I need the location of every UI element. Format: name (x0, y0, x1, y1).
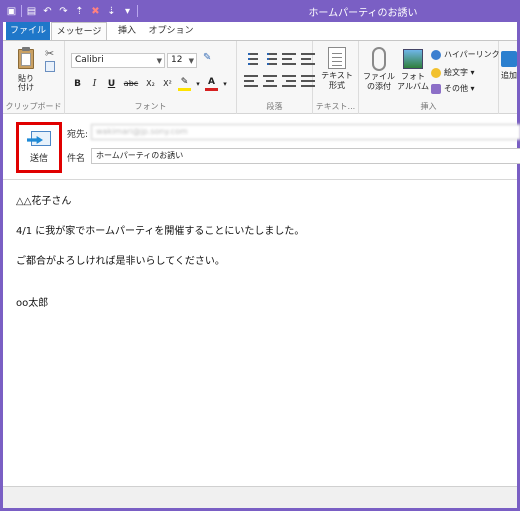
send-icon (27, 131, 51, 149)
bold-button[interactable]: B (71, 77, 84, 91)
add-contact-icon (501, 51, 517, 67)
app-icon[interactable]: ▣ (5, 4, 18, 18)
photo-album-button[interactable]: フォト アルバム (396, 47, 430, 92)
align-left-icon[interactable] (244, 75, 258, 87)
redo-icon[interactable]: ↷ (57, 4, 70, 18)
title-bar: ▣ ▤ ↶ ↷ ⇡ ✖ ⇣ ▾ ホームパーティのお誘い (3, 0, 517, 22)
align-right-icon[interactable] (282, 75, 296, 87)
body-line-greeting: △△花子さん (16, 196, 72, 207)
tab-insert[interactable]: 挿入 (108, 22, 146, 40)
qat-separator (21, 5, 22, 17)
to-field[interactable]: wakimari@jp.sony.com (91, 124, 520, 140)
more-icon[interactable]: ▾ (121, 4, 134, 18)
cut-icon[interactable]: ✂ (45, 47, 54, 60)
subject-field[interactable]: ホームパーティのお誘い (91, 148, 520, 164)
body-line-invitation: ご都合がよろしければ是非いらしてください。 (16, 256, 225, 267)
subject-label: 件名 (67, 154, 86, 164)
italic-button[interactable]: I (88, 77, 101, 91)
chevron-down-icon[interactable]: ▾ (195, 77, 201, 91)
add-label: 追加 (501, 71, 517, 80)
clipboard-group-label: クリップボード (5, 102, 62, 111)
undo-icon[interactable]: ↶ (41, 4, 54, 18)
ribbon-tabs: ファイル メッセージ 挿入 オプション (3, 22, 517, 40)
clipboard-group: 貼り 付け ✂ クリップボード (3, 41, 65, 114)
other-icon (431, 83, 441, 94)
globe-link-icon (431, 49, 441, 60)
attach-label-2: の添付 (367, 82, 391, 91)
list-row (244, 53, 315, 65)
text-format-button[interactable]: テキスト 形式 (319, 47, 355, 91)
number-list-icon[interactable] (263, 53, 277, 65)
align-center-icon[interactable] (263, 75, 277, 87)
text-format-icon (328, 47, 346, 69)
attach-label-1: ファイル (363, 72, 395, 81)
paste-button[interactable]: 貼り 付け (11, 47, 41, 97)
strikethrough-button[interactable]: abc (122, 77, 140, 91)
tab-file[interactable]: ファイル (6, 22, 50, 40)
tab-message[interactable]: メッセージ (51, 22, 107, 40)
align-row (244, 75, 315, 87)
chevron-down-icon: ▼ (188, 57, 194, 65)
superscript-button[interactable]: X² (161, 77, 174, 91)
font-name-value: Calibri (75, 55, 104, 65)
message-body[interactable]: △△花子さん 4/1 に我が家でホームパーティを開催することにいたしました。 ご… (3, 180, 517, 486)
album-label-2: アルバム (397, 82, 429, 91)
other-insert-button[interactable]: その他 ▾ (431, 83, 475, 94)
underline-button[interactable]: U (105, 77, 118, 91)
save-icon[interactable]: ▤ (25, 4, 38, 18)
emoticon-button[interactable]: 絵文字 ▾ (431, 67, 475, 78)
copy-icon[interactable] (45, 61, 55, 72)
status-bar (3, 486, 517, 508)
attach-file-button[interactable]: ファイル の添付 (362, 47, 396, 92)
compose-header: 送信 宛先: wakimari@jp.sony.com 件名 ホームパーティのお… (3, 114, 520, 180)
add-button[interactable]: 追加 (501, 51, 517, 81)
other-label: その他 ▾ (444, 84, 475, 93)
outdent-icon[interactable] (282, 53, 296, 65)
highlight-icon[interactable]: ✎ (178, 77, 191, 91)
format-row: B I U abc X₂ X² ✎ ▾ A ▾ (71, 76, 228, 92)
text-format-label-2: 形式 (329, 81, 345, 90)
subscript-button[interactable]: X₂ (144, 77, 157, 91)
chevron-down-icon: ▼ (156, 57, 162, 65)
font-size-select[interactable]: 12 ▼ (167, 53, 197, 68)
bullet-list-icon[interactable] (244, 53, 258, 65)
paragraph-group-label: 段落 (266, 102, 283, 111)
tab-options[interactable]: オプション (146, 22, 196, 40)
qat-separator (137, 5, 138, 17)
up-icon[interactable]: ⇡ (73, 4, 86, 18)
delete-icon[interactable]: ✖ (89, 4, 102, 18)
font-color-button[interactable]: A (205, 77, 218, 91)
window-title: ホームパーティのお誘い (308, 8, 418, 19)
quick-access-toolbar: ▣ ▤ ↶ ↷ ⇡ ✖ ⇣ ▾ (5, 3, 138, 19)
paperclip-icon (372, 47, 386, 71)
text-group-label: テキスト... (315, 102, 356, 111)
hyperlink-button[interactable]: ハイパーリンク (431, 49, 500, 60)
send-button[interactable]: 送信 (16, 122, 62, 173)
down-icon[interactable]: ⇣ (105, 4, 118, 18)
body-line-signature: oo太郎 (16, 298, 49, 309)
chevron-down-icon[interactable]: ▾ (222, 77, 228, 91)
font-size-value: 12 (171, 55, 183, 65)
ribbon: 貼り 付け ✂ クリップボード フォント Calibri ▼ 12 ▼ ✎ B … (3, 40, 517, 114)
text-format-label-1: テキスト (321, 71, 353, 80)
mail-window: ▣ ▤ ↶ ↷ ⇡ ✖ ⇣ ▾ ホームパーティのお誘い ファイル メッセージ 挿… (0, 0, 520, 511)
insert-group-label: 挿入 (420, 102, 437, 111)
emoticon-label: 絵文字 ▾ (444, 68, 475, 77)
paste-label-1: 貼り (18, 74, 34, 83)
paste-label-2: 付け (18, 83, 34, 92)
smiley-icon (431, 67, 441, 78)
hyperlink-label: ハイパーリンク (444, 50, 500, 59)
font-group-label: フォント (134, 102, 167, 111)
send-label: 送信 (29, 154, 48, 164)
clipboard-icon (16, 47, 36, 71)
album-label-1: フォト (401, 72, 425, 81)
body-line-announcement: 4/1 に我が家でホームパーティを開催することにいたしました。 (16, 226, 305, 237)
clear-format-icon[interactable]: ✎ (203, 52, 217, 66)
photo-album-icon (403, 49, 423, 69)
to-label: 宛先: (67, 130, 89, 140)
font-name-select[interactable]: Calibri ▼ (71, 53, 165, 68)
